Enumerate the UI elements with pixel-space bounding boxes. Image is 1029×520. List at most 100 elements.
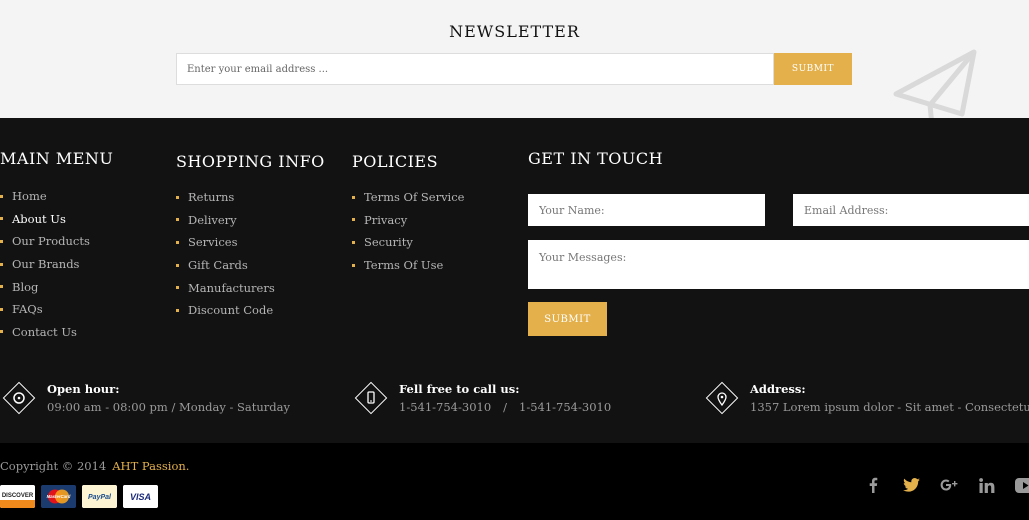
contact-email-input[interactable]: [793, 194, 1029, 226]
bullet: [0, 285, 3, 289]
policies-title: POLICIES: [352, 152, 439, 171]
contact-name-input[interactable]: [528, 194, 765, 226]
copyright-text: Copyright © 2014: [0, 459, 107, 473]
bullet: [176, 286, 179, 290]
bullet: [352, 195, 355, 199]
bullet: [352, 263, 355, 267]
bullet: [352, 218, 355, 222]
policies-item-terms-of-service[interactable]: Terms Of Service: [352, 186, 465, 209]
newsletter-section: NEWSLETTER SUBMIT: [0, 0, 1029, 118]
bullet: [0, 262, 3, 266]
menu-item-label[interactable]: Delivery: [188, 213, 237, 227]
bullet: [176, 263, 179, 267]
menu-item-label[interactable]: Privacy: [364, 213, 407, 227]
shopping-info-item-returns[interactable]: Returns: [176, 186, 275, 209]
facebook-icon[interactable]: [854, 473, 892, 497]
shopping-info-title: SHOPPING INFO: [176, 152, 325, 171]
shopping-info-item-manufacturers[interactable]: Manufacturers: [176, 276, 275, 299]
social-links: [854, 473, 1029, 497]
menu-item-label[interactable]: Gift Cards: [188, 258, 248, 272]
mobile-phone-icon: [354, 381, 388, 415]
menu-item-label[interactable]: Blog: [12, 280, 38, 294]
main-menu-item-blog[interactable]: Blog: [0, 275, 90, 298]
main-menu-item-home[interactable]: Home: [0, 185, 90, 208]
menu-item-label[interactable]: Security: [364, 235, 413, 249]
linkedin-icon[interactable]: [968, 473, 1006, 497]
phone-numbers: 1-541-754-3010 / 1-541-754-3010: [399, 400, 611, 414]
policies-item-security[interactable]: Security: [352, 231, 465, 254]
shopping-info-list: Returns Delivery Services Gift Cards Man…: [176, 186, 275, 322]
shopping-info-item-gift-cards[interactable]: Gift Cards: [176, 254, 275, 277]
shopping-info-item-discount-code[interactable]: Discount Code: [176, 299, 275, 322]
clock-icon: [2, 381, 36, 415]
bullet: [176, 308, 179, 312]
visa-label: VISA: [130, 492, 151, 502]
footer-bottom: Copyright © 2014 AHT Passion. DISCOVER Ma…: [0, 443, 1029, 520]
menu-item-label[interactable]: FAQs: [12, 302, 43, 316]
google-plus-icon[interactable]: [930, 473, 968, 497]
policies-item-privacy[interactable]: Privacy: [352, 209, 465, 232]
phone-number-1[interactable]: 1-541-754-3010: [399, 400, 491, 414]
newsletter-email-input[interactable]: [176, 53, 774, 85]
policies-list: Terms Of Service Privacy Security Terms …: [352, 186, 465, 276]
visa-icon: VISA: [123, 485, 158, 508]
paypal-label: PayPal: [88, 494, 112, 501]
contact-message-textarea[interactable]: [528, 240, 1029, 289]
address-block: Address: 1357 Lorem ipsum dolor - Sit am…: [703, 378, 1029, 418]
main-menu-title: MAIN MENU: [0, 149, 114, 168]
brand-link[interactable]: AHT Passion.: [112, 459, 189, 473]
menu-item-label[interactable]: Our Brands: [12, 257, 79, 271]
paypal-icon: PayPal: [82, 485, 117, 508]
address-text: 1357 Lorem ipsum dolor - Sit amet - Cons…: [750, 400, 1029, 414]
main-menu-item-our-products[interactable]: Our Products: [0, 230, 90, 253]
map-pin-icon: [705, 381, 739, 415]
menu-item-label[interactable]: Home: [12, 189, 47, 203]
menu-item-label[interactable]: Terms Of Use: [364, 258, 443, 272]
main-menu-item-contact-us[interactable]: Contact Us: [0, 321, 90, 344]
main-menu-item-our-brands[interactable]: Our Brands: [0, 253, 90, 276]
bullet: [176, 195, 179, 199]
footer-main: MAIN MENU Home About Us Our Products Our…: [0, 118, 1029, 443]
copyright: Copyright © 2014 AHT Passion.: [0, 459, 189, 473]
bullet: [0, 239, 3, 243]
mastercard-icon: MasterCard: [41, 485, 76, 508]
phone-number-2[interactable]: 1-541-754-3010: [519, 400, 611, 414]
menu-item-label[interactable]: About Us: [12, 212, 66, 226]
main-menu-item-about-us[interactable]: About Us: [0, 208, 90, 231]
menu-item-label[interactable]: Returns: [188, 190, 234, 204]
shopping-info-item-delivery[interactable]: Delivery: [176, 209, 275, 232]
shopping-info-item-services[interactable]: Services: [176, 231, 275, 254]
policies-item-terms-of-use[interactable]: Terms Of Use: [352, 254, 465, 277]
bullet: [176, 240, 179, 244]
bullet: [352, 240, 355, 244]
discover-card-icon: DISCOVER: [0, 485, 35, 508]
mastercard-label: MasterCard: [47, 494, 71, 499]
contact-submit-button[interactable]: SUBMIT: [528, 302, 607, 336]
phone-block: Fell free to call us: 1-541-754-3010/1-5…: [352, 378, 682, 418]
bullet: [0, 330, 3, 334]
menu-item-label[interactable]: Discount Code: [188, 303, 273, 317]
discover-label: DISCOVER: [2, 493, 34, 499]
menu-item-label[interactable]: Manufacturers: [188, 281, 275, 295]
open-hours-text: 09:00 am - 08:00 pm / Monday - Saturday: [47, 400, 290, 414]
main-menu-item-faqs[interactable]: FAQs: [0, 298, 90, 321]
address-title: Address:: [750, 382, 806, 396]
twitter-icon[interactable]: [892, 473, 930, 497]
payment-methods: DISCOVER MasterCard PayPal VISA: [0, 485, 158, 508]
menu-item-label[interactable]: Terms Of Service: [364, 190, 465, 204]
phone-title: Fell free to call us:: [399, 382, 520, 396]
bullet: [0, 217, 3, 221]
main-menu-list: Home About Us Our Products Our Brands Bl…: [0, 185, 90, 343]
menu-item-label[interactable]: Contact Us: [12, 325, 77, 339]
bullet: [0, 194, 3, 198]
youtube-icon[interactable]: [1006, 473, 1029, 497]
open-hours-title: Open hour:: [47, 382, 120, 396]
bullet: [0, 307, 3, 311]
phone-separator: /: [503, 400, 508, 414]
bullet: [176, 218, 179, 222]
menu-item-label[interactable]: Our Products: [12, 234, 90, 248]
paper-plane-icon: [893, 49, 977, 118]
menu-item-label[interactable]: Services: [188, 235, 238, 249]
newsletter-submit-button[interactable]: SUBMIT: [774, 53, 852, 85]
open-hours-block: Open hour: 09:00 am - 08:00 pm / Monday …: [0, 378, 330, 418]
